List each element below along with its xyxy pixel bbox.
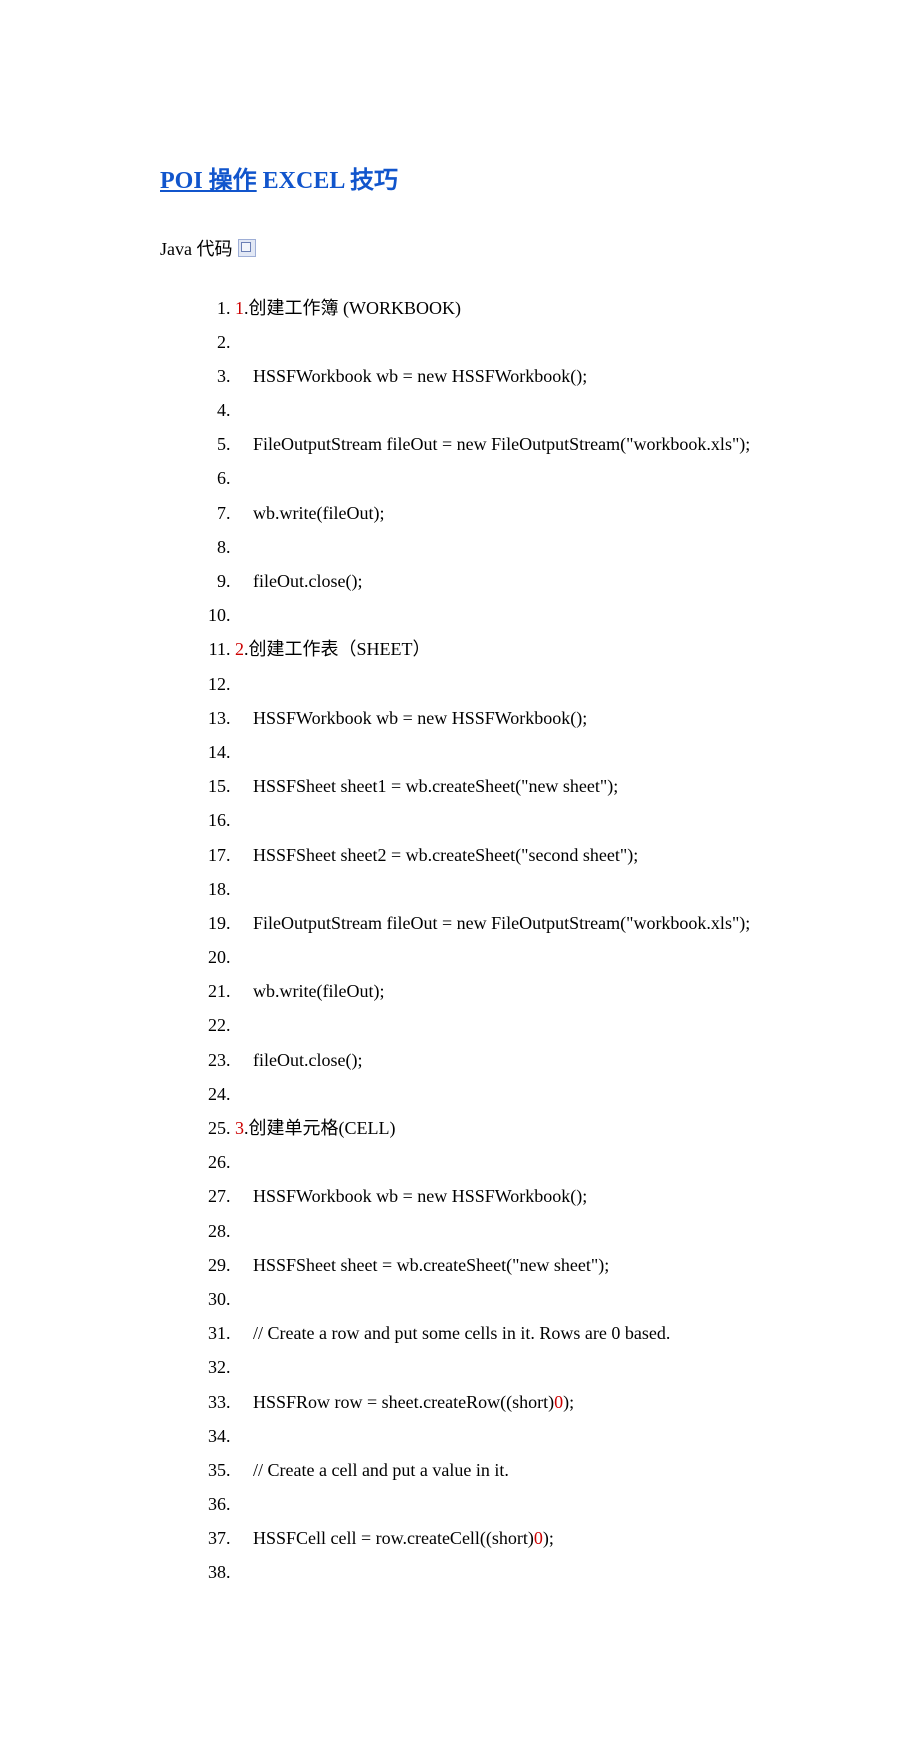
code-line xyxy=(235,1351,760,1385)
title-rest: EXCEL 技巧 xyxy=(257,168,398,194)
code-line: HSSFWorkbook wb = new HSSFWorkbook(); xyxy=(235,1180,760,1214)
code-line: HSSFRow row = sheet.createRow((short)0); xyxy=(235,1385,760,1419)
code-line: 1.创建工作簿 (WORKBOOK) xyxy=(235,291,760,325)
code-line xyxy=(235,735,760,769)
code-line xyxy=(235,1282,760,1316)
code-line: HSSFWorkbook wb = new HSSFWorkbook(); xyxy=(235,701,760,735)
code-line: HSSFSheet sheet2 = wb.createSheet("secon… xyxy=(235,838,760,872)
code-line: HSSFWorkbook wb = new HSSFWorkbook(); xyxy=(235,359,760,393)
highlighted-number: 2 xyxy=(235,639,244,659)
code-line: HSSFSheet sheet1 = wb.createSheet("new s… xyxy=(235,770,760,804)
code-line xyxy=(235,1214,760,1248)
code-line xyxy=(235,804,760,838)
code-list: 1.创建工作簿 (WORKBOOK) HSSFWorkbook wb = new… xyxy=(160,291,760,1590)
java-code-text: Java 代码 xyxy=(160,235,232,261)
code-line xyxy=(235,872,760,906)
highlighted-number: 0 xyxy=(554,1392,563,1412)
code-line xyxy=(235,1009,760,1043)
code-line: FileOutputStream fileOut = new FileOutpu… xyxy=(235,906,760,940)
code-line: fileOut.close(); xyxy=(235,565,760,599)
highlighted-number: 3 xyxy=(235,1118,244,1138)
code-line: // Create a cell and put a value in it. xyxy=(235,1453,760,1487)
code-line: HSSFCell cell = row.createCell((short)0)… xyxy=(235,1522,760,1556)
code-line xyxy=(235,667,760,701)
code-line: // Create a row and put some cells in it… xyxy=(235,1317,760,1351)
code-line: 2.创建工作表（SHEET） xyxy=(235,633,760,667)
code-line: 3.创建单元格(CELL) xyxy=(235,1112,760,1146)
code-line xyxy=(235,1146,760,1180)
title-link[interactable]: POI 操作 xyxy=(160,168,257,194)
highlighted-number: 1 xyxy=(235,298,244,318)
java-code-label: Java 代码 xyxy=(160,235,760,261)
document-title: POI 操作 EXCEL 技巧 xyxy=(160,160,760,195)
code-line xyxy=(235,530,760,564)
code-line xyxy=(235,1419,760,1453)
copy-icon[interactable] xyxy=(238,239,256,257)
code-line xyxy=(235,599,760,633)
code-line xyxy=(235,1077,760,1111)
code-line: FileOutputStream fileOut = new FileOutpu… xyxy=(235,428,760,462)
code-line xyxy=(235,325,760,359)
code-line: fileOut.close(); xyxy=(235,1043,760,1077)
code-line xyxy=(235,462,760,496)
code-line xyxy=(235,394,760,428)
code-line: wb.write(fileOut); xyxy=(235,496,760,530)
code-line: HSSFSheet sheet = wb.createSheet("new sh… xyxy=(235,1248,760,1282)
code-line xyxy=(235,1556,760,1590)
code-line xyxy=(235,941,760,975)
code-line: wb.write(fileOut); xyxy=(235,975,760,1009)
code-line xyxy=(235,1488,760,1522)
highlighted-number: 0 xyxy=(534,1528,543,1548)
